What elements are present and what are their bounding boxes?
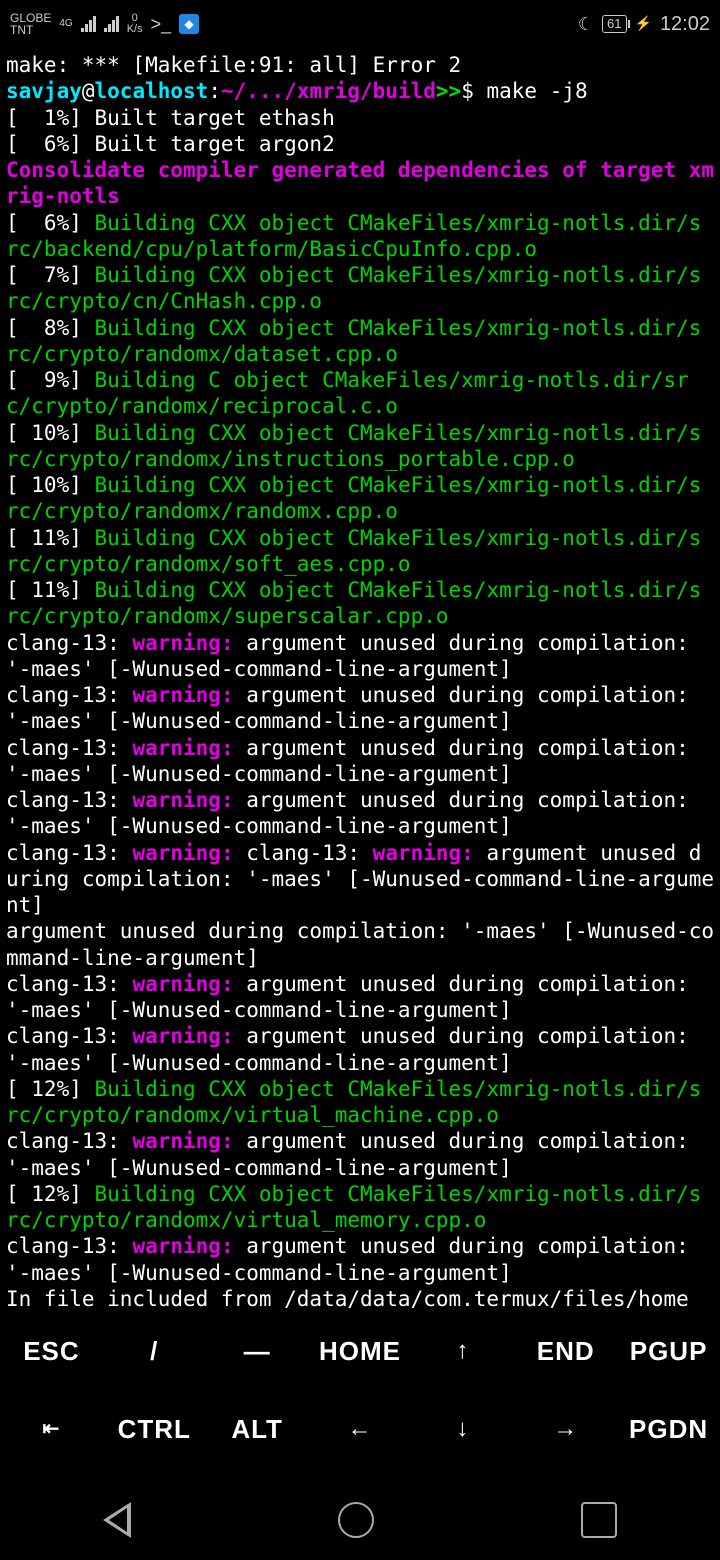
terminal-line: [ 6%] Built target argon2 — [6, 131, 714, 157]
carrier-2: TNT — [10, 24, 51, 36]
terminal-line: clang-13: warning: argument unused durin… — [6, 787, 714, 840]
key-right[interactable]: → — [514, 1414, 617, 1444]
terminal-output[interactable]: make: *** [Makefile:91: all] Error 2savj… — [0, 48, 720, 1316]
android-nav-bar — [0, 1480, 720, 1560]
data-speed: 0 K/s — [127, 13, 143, 35]
status-right: ☾ 61 ⚡ 12:02 — [578, 12, 710, 37]
clock: 12:02 — [660, 12, 710, 37]
key-left[interactable]: ← — [309, 1414, 412, 1444]
terminal-line: [ 8%] Building CXX object CMakeFiles/xmr… — [6, 315, 714, 368]
carrier-label: GLOBE TNT — [10, 12, 51, 36]
extra-keys-row-2: ⇤ CTRL ALT ← ↓ → PGDN — [0, 1390, 720, 1468]
terminal-prompt-icon: >_ — [151, 13, 172, 36]
charging-icon: ⚡ — [635, 15, 652, 33]
key-home[interactable]: HOME — [309, 1335, 412, 1368]
terminal-line: Consolidate compiler generated dependenc… — [6, 157, 714, 210]
terminal-line: [ 7%] Building CXX object CMakeFiles/xmr… — [6, 262, 714, 315]
terminal-line: [ 10%] Building CXX object CMakeFiles/xm… — [6, 472, 714, 525]
key-tab[interactable]: ⇤ — [0, 1417, 103, 1442]
nav-home-button[interactable] — [338, 1502, 374, 1538]
nav-recent-button[interactable] — [581, 1502, 617, 1538]
app-icon: ◆ — [179, 14, 199, 34]
terminal-line: [ 6%] Building CXX object CMakeFiles/xmr… — [6, 210, 714, 263]
extra-keys-row-1: ESC / — HOME ↑ END PGUP — [0, 1312, 720, 1390]
speed-unit: K/s — [127, 24, 143, 35]
terminal-line: [ 11%] Building CXX object CMakeFiles/xm… — [6, 525, 714, 578]
terminal-line: savjay@localhost:~/.../xmrig/build>>$ ma… — [6, 78, 714, 104]
key-dash[interactable]: — — [206, 1335, 309, 1368]
key-pgup[interactable]: PGUP — [617, 1335, 720, 1368]
terminal-line: make: *** [Makefile:91: all] Error 2 — [6, 52, 714, 78]
terminal-line: clang-13: warning: argument unused durin… — [6, 1023, 714, 1076]
terminal-line: [ 10%] Building CXX object CMakeFiles/xm… — [6, 420, 714, 473]
terminal-line: [ 9%] Building C object CMakeFiles/xmrig… — [6, 367, 714, 420]
key-down[interactable]: ↓ — [411, 1414, 514, 1444]
key-ctrl[interactable]: CTRL — [103, 1413, 206, 1446]
dnd-moon-icon: ☾ — [578, 13, 594, 36]
terminal-line: argument unused during compilation: '-ma… — [6, 918, 714, 971]
terminal-line: clang-13: warning: argument unused durin… — [6, 971, 714, 1024]
signal-icon-1 — [81, 16, 96, 32]
key-end[interactable]: END — [514, 1335, 617, 1368]
terminal-line: [ 1%] Built target ethash — [6, 105, 714, 131]
terminal-line: clang-13: warning: argument unused durin… — [6, 1233, 714, 1286]
terminal-line: clang-13: warning: argument unused durin… — [6, 1128, 714, 1181]
key-alt[interactable]: ALT — [206, 1413, 309, 1446]
terminal-line: In file included from /data/data/com.ter… — [6, 1286, 714, 1312]
status-left: GLOBE TNT 4G 0 K/s >_ ◆ — [10, 12, 199, 36]
terminal-line: clang-13: warning: argument unused durin… — [6, 630, 714, 683]
terminal-line: clang-13: warning: argument unused durin… — [6, 682, 714, 735]
battery-level: 61 — [607, 16, 621, 31]
terminal-line: [ 12%] Building CXX object CMakeFiles/xm… — [6, 1076, 714, 1129]
status-bar: GLOBE TNT 4G 0 K/s >_ ◆ ☾ 61 ⚡ 12:02 — [0, 0, 720, 48]
key-up[interactable]: ↑ — [411, 1336, 514, 1366]
key-slash[interactable]: / — [103, 1335, 206, 1368]
terminal-line: clang-13: warning: argument unused durin… — [6, 735, 714, 788]
terminal-line: [ 12%] Building CXX object CMakeFiles/xm… — [6, 1181, 714, 1234]
terminal-line: clang-13: warning: clang-13: warning: ar… — [6, 840, 714, 919]
nav-back-button[interactable] — [103, 1502, 131, 1538]
terminal-line: [ 11%] Building CXX object CMakeFiles/xm… — [6, 577, 714, 630]
signal-icon-2 — [104, 16, 119, 32]
battery-icon: 61 — [602, 15, 626, 33]
key-pgdn[interactable]: PGDN — [617, 1413, 720, 1446]
key-esc[interactable]: ESC — [0, 1335, 103, 1368]
network-type: 4G — [59, 18, 72, 31]
